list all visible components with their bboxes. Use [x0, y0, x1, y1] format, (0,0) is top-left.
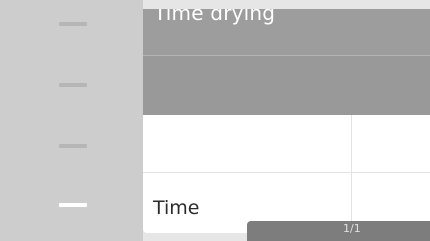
nav-indicator-2[interactable] — [59, 83, 87, 87]
selected-row[interactable] — [143, 56, 430, 115]
nav-indicator-3[interactable] — [59, 144, 87, 148]
column-divider — [351, 115, 352, 172]
nav-indicator-1[interactable] — [59, 22, 87, 26]
nav-indicator-4-active[interactable] — [59, 203, 87, 207]
header-title: Time drying — [154, 9, 276, 25]
page-indicator: 1/1 — [247, 221, 430, 241]
nav-rail — [0, 0, 143, 241]
empty-row[interactable] — [143, 115, 430, 172]
header-row[interactable]: Time drying — [143, 9, 430, 55]
time-row-label: Time — [153, 197, 200, 219]
page-indicator-label: 1/1 — [343, 222, 361, 235]
appliance-screen: Time drying Time 1/1 — [0, 0, 430, 241]
program-panel: Time drying Time — [143, 9, 430, 233]
